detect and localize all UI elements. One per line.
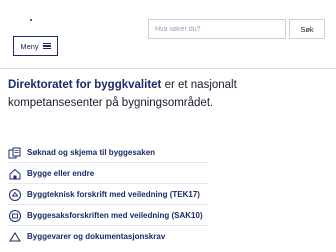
header-divider (0, 68, 336, 69)
case-icon (8, 209, 22, 223)
quick-link-soknad[interactable]: Søknad og skjema til byggesaken (8, 142, 328, 163)
quick-link-label: Søknad og skjema til byggesaken (27, 148, 156, 157)
menu-button[interactable]: Meny (13, 36, 58, 56)
intro-text: Direktoratet for byggkvalitet er et nasj… (8, 76, 326, 112)
quick-link-label: Byggevarer og dokumentasjonskrav (27, 232, 166, 241)
house-icon (8, 167, 22, 181)
quick-link-byggevarer[interactable]: Byggevarer og dokumentasjonskrav (8, 226, 328, 247)
hamburger-icon (42, 42, 51, 50)
quick-links: Søknad og skjema til byggesaken Bygge el… (8, 142, 328, 247)
intro-organization-name: Direktoratet for byggkvalitet (8, 79, 162, 91)
quick-link-label: Byggteknisk forskrift med veiledning (TE… (27, 190, 200, 199)
menu-label: Meny (20, 41, 39, 51)
site-header: Søk Meny (0, 0, 336, 68)
quick-link-label: Byggesaksforskriften med veiledning (SAK… (27, 211, 203, 220)
quick-link-sak10[interactable]: Byggesaksforskriften med veiledning (SAK… (8, 205, 328, 226)
logo[interactable] (30, 19, 32, 21)
search-input[interactable] (148, 19, 286, 39)
forms-icon (8, 146, 22, 160)
products-icon (8, 230, 22, 244)
quick-link-bygge[interactable]: Bygge eller endre (8, 163, 328, 184)
regulation-icon (8, 188, 22, 202)
quick-link-label: Bygge eller endre (27, 169, 95, 178)
quick-link-tek17[interactable]: Byggteknisk forskrift med veiledning (TE… (8, 184, 328, 205)
search-button[interactable]: Søk (289, 19, 325, 39)
